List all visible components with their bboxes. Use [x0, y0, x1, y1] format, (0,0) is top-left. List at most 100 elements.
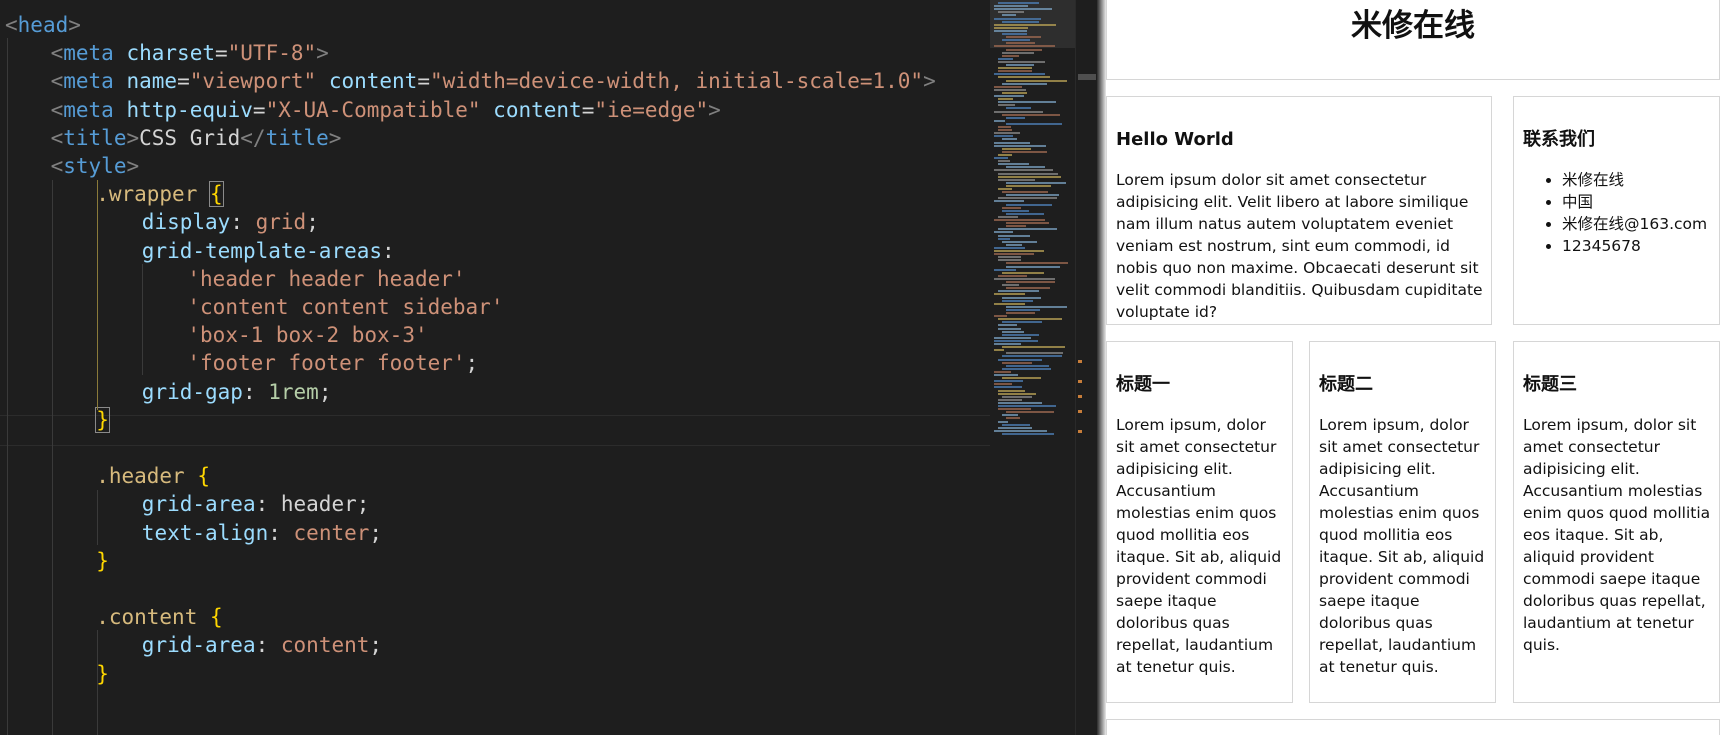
minimap-line — [998, 60, 1046, 63]
editor-scrollbar[interactable] — [1075, 0, 1097, 735]
code-line[interactable]: } — [95, 405, 110, 436]
code-token: content — [493, 97, 582, 122]
minimap-line — [994, 110, 1043, 113]
minimap-line — [1002, 240, 1038, 243]
minimap[interactable] — [990, 0, 1075, 735]
code-line[interactable]: .wrapper { — [96, 179, 224, 210]
code-token: { — [209, 181, 224, 208]
code-token: text-align — [141, 520, 269, 545]
code-area[interactable]: <head> <meta charset="UTF-8"> <meta name="… — [0, 0, 990, 735]
code-token: "viewport" — [189, 69, 317, 94]
code-line[interactable]: 'header header header' — [187, 264, 465, 295]
contact-item-country: 中国 — [1562, 191, 1707, 213]
scrollbar-thumb[interactable] — [1078, 74, 1096, 80]
minimap-line — [1002, 271, 1045, 274]
split-divider[interactable] — [1097, 0, 1106, 735]
minimap-line — [998, 67, 1033, 70]
minimap-line — [998, 426, 1033, 429]
code-editor[interactable]: <head> <meta charset="UTF-8"> <meta name="… — [0, 0, 1097, 735]
content-heading: Hello World — [1116, 129, 1234, 150]
sidebar-heading: 联系我们 — [1523, 129, 1595, 150]
minimap-line — [1002, 361, 1033, 364]
code-token: : — [268, 520, 294, 545]
minimap-line — [994, 370, 1011, 373]
minimap-line — [1002, 33, 1028, 35]
minimap-line — [1006, 281, 1055, 283]
code-token: charset — [126, 41, 215, 66]
code-line[interactable]: <meta charset="UTF-8"> — [51, 38, 329, 69]
minimap-line — [998, 175, 1062, 178]
box-body: Lorem ipsum, dolor sit amet consectetur … — [1116, 416, 1282, 676]
code-line[interactable]: .header { — [96, 461, 210, 492]
code-line[interactable]: <style> — [51, 151, 140, 182]
minimap-line — [1002, 20, 1039, 23]
code-token: .content — [96, 605, 210, 630]
indent-guide — [97, 180, 98, 410]
code-line[interactable]: 'box-1 box-2 box-3' — [187, 320, 427, 351]
code-token: > — [328, 125, 342, 150]
code-line[interactable]: text-align: center; — [142, 518, 382, 549]
minimap-line — [994, 343, 1021, 345]
code-line[interactable]: } — [96, 546, 109, 577]
minimap-line — [1002, 432, 1055, 435]
code-token: display — [141, 210, 231, 235]
code-line[interactable]: <meta name="viewport" content="width=dev… — [51, 66, 936, 97]
contact-item-email: 米修在线@163.com — [1562, 213, 1707, 235]
minimap-line — [1006, 262, 1069, 265]
code-line[interactable]: .content { — [96, 602, 222, 633]
code-line[interactable]: display: grid; — [142, 207, 319, 238]
indent-guide — [52, 180, 53, 735]
minimap-line — [994, 219, 1045, 221]
code-token: 'content content sidebar' — [187, 295, 504, 319]
code-token: </ — [240, 125, 266, 150]
code-line[interactable]: 'content content sidebar' — [187, 292, 503, 323]
minimap-line — [994, 132, 1021, 135]
code-line[interactable]: grid-gap: 1rem; — [142, 377, 332, 408]
code-line[interactable]: <title>CSS Grid</title> — [51, 123, 342, 154]
minimap-line — [998, 398, 1022, 401]
code-token: : — [255, 633, 281, 658]
minimap-line — [1006, 305, 1067, 308]
code-token: > — [126, 154, 140, 178]
minimap-line — [994, 5, 1029, 8]
minimap-line — [994, 302, 1025, 305]
code-token: name — [126, 69, 178, 94]
code-line[interactable]: <meta http-equiv="X-UA-Compatible" conte… — [51, 95, 721, 126]
minimap-line — [994, 386, 1023, 389]
code-line[interactable]: grid-area: content; — [142, 630, 382, 661]
minimap-line — [998, 126, 1011, 128]
minimap-line — [1006, 166, 1046, 169]
indent-guide — [97, 630, 98, 735]
minimap-line — [998, 160, 1010, 163]
minimap-line — [1002, 39, 1031, 42]
code-token: grid-area — [141, 633, 256, 658]
scrollbar-marker — [1078, 380, 1082, 383]
code-line[interactable]: 'footer footer footer'; — [187, 348, 478, 379]
code-token: < — [50, 41, 64, 66]
code-line[interactable]: grid-template-areas: — [142, 236, 395, 267]
minimap-line — [994, 119, 1006, 122]
minimap-line — [1002, 206, 1022, 209]
code-token: "UTF-8" — [227, 41, 317, 66]
code-token: = — [252, 97, 266, 122]
code-token: > — [316, 41, 329, 66]
minimap-line — [1006, 64, 1034, 66]
code-token: < — [50, 69, 64, 94]
code-token: { — [209, 605, 223, 630]
code-token: ; — [465, 351, 479, 376]
code-line[interactable]: grid-area: header; — [142, 489, 370, 520]
code-line[interactable]: <head> — [5, 10, 81, 41]
code-token: grid-gap — [141, 379, 243, 404]
minimap-line — [994, 349, 1005, 352]
grid-header: 米修在线 — [1106, 0, 1720, 80]
minimap-line — [994, 141, 1031, 144]
code-token: grid — [255, 210, 307, 235]
box-heading: 标题三 — [1523, 374, 1577, 395]
code-token: center — [293, 520, 370, 545]
minimap-line — [1002, 209, 1030, 212]
minimap-line — [994, 17, 1041, 20]
code-token: } — [96, 548, 109, 573]
code-line[interactable]: } — [96, 659, 109, 690]
minimap-line — [998, 104, 1015, 107]
minimap-line — [994, 200, 1025, 203]
